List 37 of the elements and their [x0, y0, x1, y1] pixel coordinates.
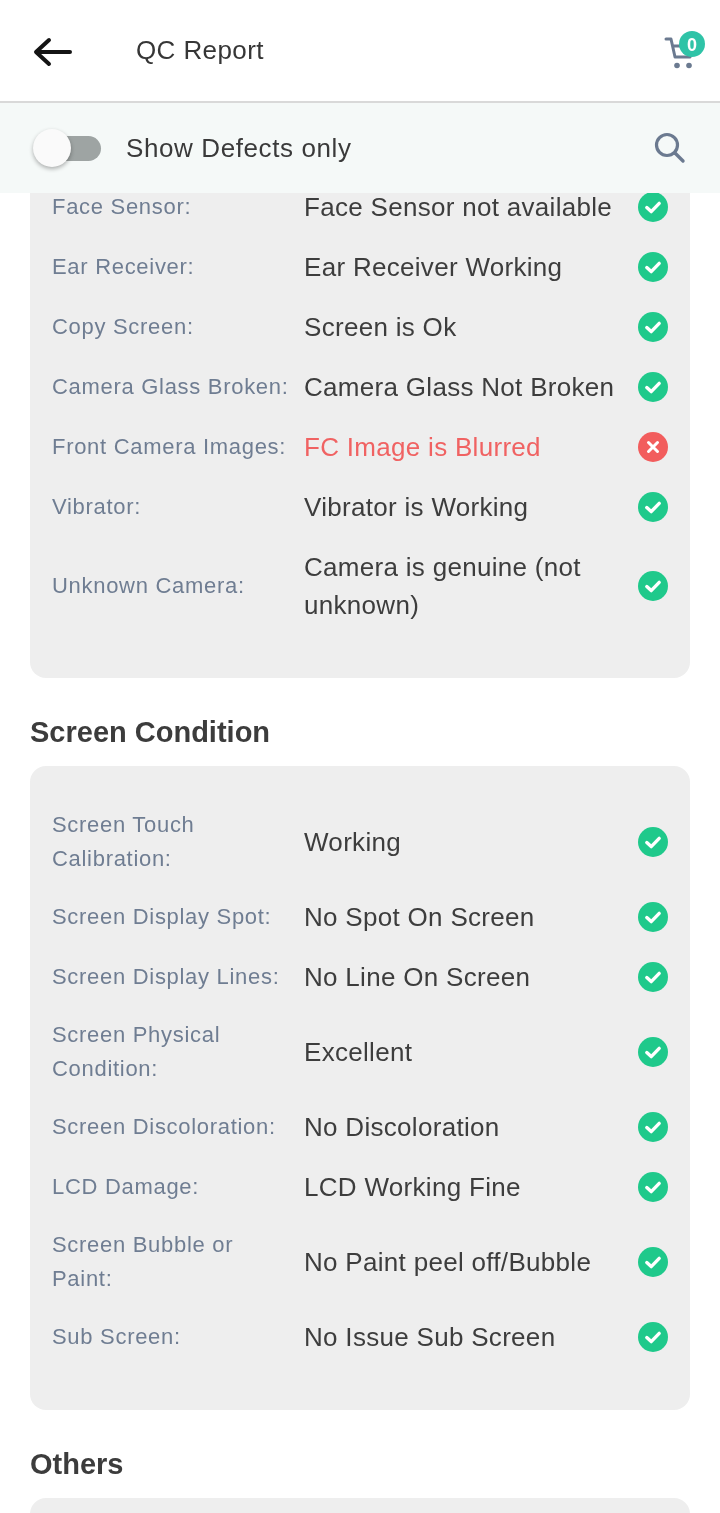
- filter-label: Show Defects only: [126, 132, 352, 164]
- check-label: Screen Touch Calibration:: [52, 811, 196, 873]
- search-icon[interactable]: [654, 132, 686, 164]
- check-label: Screen Display Spot:: [52, 903, 273, 931]
- check-result: Working: [304, 826, 402, 859]
- check-result: Excellent: [304, 1036, 414, 1069]
- check-label: Screen Discoloration:: [52, 1113, 277, 1141]
- check-label: Screen Bubble or Paint:: [52, 1231, 235, 1293]
- check-result: No Spot On Screen: [304, 901, 536, 934]
- check-label: Vibrator:: [52, 493, 143, 521]
- check-label: Camera Glass Broken:: [52, 373, 290, 401]
- back-icon[interactable]: [32, 36, 72, 67]
- check-result: LCD Working Fine: [304, 1171, 522, 1204]
- check-result: FC Image is Blurred: [304, 431, 542, 464]
- check-result: Camera is genuine (not unknown): [304, 551, 582, 622]
- check-label: Front Camera Images:: [52, 433, 288, 461]
- check-label: LCD Damage:: [52, 1173, 201, 1201]
- check-label: Copy Screen:: [52, 313, 195, 341]
- check-result: Camera Glass Not Broken: [304, 371, 616, 404]
- check-result: Screen is Ok: [304, 311, 458, 344]
- check-result: No Discoloration: [304, 1111, 501, 1144]
- toggle-switch[interactable]: [33, 129, 101, 167]
- check-result: Ear Receiver Working: [304, 251, 564, 284]
- section-heading: Screen Condition: [30, 715, 272, 750]
- check-label: Ear Receiver:: [52, 253, 196, 281]
- check-label: Face Sensor:: [52, 193, 193, 221]
- check-result: No Issue Sub Screen: [304, 1321, 557, 1354]
- check-result: Face Sensor not available: [304, 193, 614, 224]
- check-label: Unknown Camera:: [52, 572, 246, 600]
- section-heading: Others: [30, 1447, 125, 1482]
- check-label: Sub Screen:: [52, 1323, 182, 1351]
- check-label: Screen Display Lines:: [52, 963, 281, 991]
- check-result: No Line On Screen: [304, 961, 532, 994]
- check-result: Vibrator is Working: [304, 491, 530, 524]
- check-result: No Paint peel off/Bubble: [304, 1246, 593, 1279]
- page-title: QC Report: [136, 35, 264, 66]
- check-label: Screen Physical Condition:: [52, 1021, 222, 1083]
